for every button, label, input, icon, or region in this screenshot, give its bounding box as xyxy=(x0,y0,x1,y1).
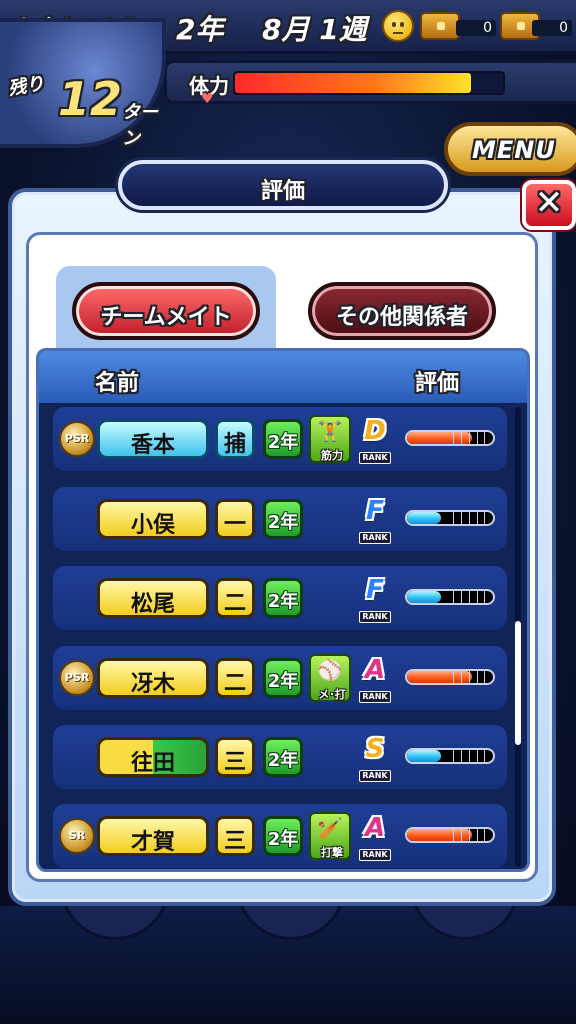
rank-letter: D xyxy=(364,416,386,446)
player-name: 香本 xyxy=(97,419,209,459)
mood-face-icon xyxy=(382,10,414,42)
grade-badge: 2年 xyxy=(263,578,303,618)
skill-label: 筋力 xyxy=(321,449,343,462)
month-week-label: 8月 1週 xyxy=(262,13,367,46)
player-name: 小俣 xyxy=(97,499,209,539)
turn-count: 12 xyxy=(58,72,123,126)
skill-label: メ･打 xyxy=(318,688,346,701)
rank-emblem-icon: A RANK xyxy=(355,655,395,703)
player-name: 往田 xyxy=(97,737,209,777)
grade-badge: 2年 xyxy=(263,499,303,539)
grade-badge: 2年 xyxy=(263,737,303,777)
evaluation-list[interactable]: 名前 評価 PSR 香本捕 2年 🏋 筋力 D RANK 小俣 一 2年 F R… xyxy=(36,348,530,872)
evaluation-bar xyxy=(405,589,495,605)
training-skill-icon: 🏏 打撃 xyxy=(309,812,351,860)
dialog-title: 評価 xyxy=(118,160,448,210)
header-evaluation: 評価 xyxy=(415,371,460,396)
rank-emblem-icon: D RANK xyxy=(355,416,395,464)
rank-word: RANK xyxy=(359,770,391,782)
list-header: 名前 評価 xyxy=(39,351,527,403)
training-skill-icon: ⚾ メ･打 xyxy=(309,654,351,702)
player-row[interactable]: 松尾二 2年 F RANK xyxy=(53,566,507,630)
rarity-medal-icon: PSR xyxy=(59,421,95,457)
position-badge: 三 xyxy=(215,816,255,856)
training-skill-icon: 🏋 筋力 xyxy=(309,415,351,463)
player-row[interactable]: 小俣一 2年 F RANK xyxy=(53,487,507,551)
rank-word: RANK xyxy=(359,611,391,623)
rank-letter: A xyxy=(364,655,386,685)
evaluation-fill xyxy=(407,750,442,762)
skill-label: 打撃 xyxy=(321,846,343,859)
stamina-panel: 体力 ♥ xyxy=(164,60,576,107)
rank-letter: A xyxy=(364,813,386,843)
rank-letter: F xyxy=(366,496,384,526)
rank-word: RANK xyxy=(359,452,391,464)
header-name: 名前 xyxy=(95,371,140,396)
rank-emblem-icon: A RANK xyxy=(355,813,395,861)
position-badge: 捕 xyxy=(215,419,255,459)
stamina-bar xyxy=(233,71,505,95)
rank-word: RANK xyxy=(359,849,391,861)
player-row[interactable]: PSR 冴木二 2年 ⚾ メ･打 A RANK xyxy=(53,646,507,710)
scrollbar-thumb[interactable] xyxy=(515,621,521,745)
rarity-medal-icon: SR xyxy=(59,818,95,854)
year-label: 2年 xyxy=(176,13,224,46)
grade-badge: 2年 xyxy=(263,658,303,698)
player-name: 才賀 xyxy=(97,816,209,856)
player-name: 冴木 xyxy=(97,658,209,698)
rank-emblem-icon: F RANK xyxy=(355,496,395,544)
player-name: 松尾 xyxy=(97,578,209,618)
evaluation-fill xyxy=(407,591,442,603)
rank-emblem-icon: F RANK xyxy=(355,575,395,623)
evaluation-bar xyxy=(405,669,495,685)
position-badge: 二 xyxy=(215,578,255,618)
evaluation-bar xyxy=(405,510,495,526)
skill-glyph: 🏏 xyxy=(317,816,343,840)
position-badge: 一 xyxy=(215,499,255,539)
grade-badge: 2年 xyxy=(263,419,303,459)
treasure-chest-icon xyxy=(420,12,460,40)
evaluation-bar xyxy=(405,827,495,843)
scrollbar[interactable] xyxy=(515,407,521,867)
rank-letter: S xyxy=(365,734,385,764)
rank-word: RANK xyxy=(359,532,391,544)
player-row[interactable]: PSR 香本捕 2年 🏋 筋力 D RANK xyxy=(53,407,507,471)
heart-icon: ♥ xyxy=(201,91,214,107)
evaluation-bar xyxy=(405,430,495,446)
skill-glyph: 🏋 xyxy=(317,419,343,443)
position-badge: 二 xyxy=(215,658,255,698)
turn-counter: 残り 12 ターン xyxy=(0,18,166,149)
tab-others[interactable]: その他関係者 xyxy=(308,282,496,340)
skill-glyph: ⚾ xyxy=(317,658,343,682)
grade-badge: 2年 xyxy=(263,816,303,856)
tab-teammates[interactable]: チームメイト xyxy=(72,282,260,340)
rank-letter: F xyxy=(366,575,384,605)
stamina-fill xyxy=(235,73,471,93)
chest-count-2: 0 xyxy=(532,20,572,36)
close-button[interactable]: ✕ xyxy=(522,180,576,230)
position-badge: 三 xyxy=(215,737,255,777)
player-row[interactable]: SR 才賀三 2年 🏏 打撃 A RANK xyxy=(53,804,507,868)
player-row[interactable]: 往田三 2年 S RANK xyxy=(53,725,507,789)
chest-count-1: 0 xyxy=(456,20,496,36)
evaluation-bar xyxy=(405,748,495,764)
evaluation-fill xyxy=(407,512,442,524)
turn-unit: ターン xyxy=(122,102,158,149)
rarity-medal-icon: PSR xyxy=(59,660,95,696)
rank-word: RANK xyxy=(359,691,391,703)
rank-emblem-icon: S RANK xyxy=(355,734,395,782)
remaining-label: 残り xyxy=(6,73,46,100)
menu-button[interactable]: MENU xyxy=(444,122,576,176)
